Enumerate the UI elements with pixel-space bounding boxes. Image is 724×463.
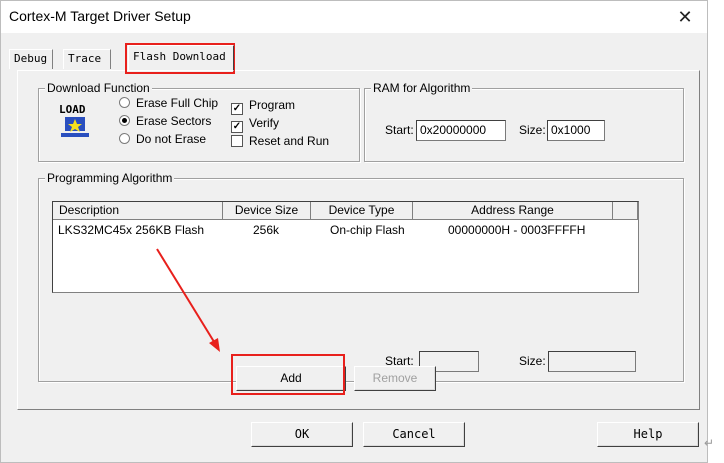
row-device-size: 256k [253,223,280,237]
column-filler [613,202,638,220]
download-function-legend: Download Function [45,81,152,95]
tab-debug[interactable]: Debug [9,49,53,69]
radio-erase-sectors-label: Erase Sectors [136,114,212,128]
radio-erase-sectors[interactable]: Erase Sectors [119,114,211,128]
ok-button[interactable]: OK [251,422,353,447]
row-description: LKS32MC45x 256KB Flash [58,223,205,237]
load-icon: LOAD [59,103,89,137]
algorithm-table-header: Description Device Size Device Type Addr… [53,202,638,220]
programming-algorithm-group: Programming Algorithm Description Device… [38,171,684,382]
check-reset-and-run-label: Reset and Run [249,134,330,148]
check-program-label: Program [249,98,296,112]
ram-size-input[interactable]: 0x1000 [547,120,605,141]
tab-flash-download[interactable]: Flash Download [128,45,234,71]
ram-for-algorithm-group: RAM for Algorithm Start: 0x20000000 Size… [364,81,684,162]
column-device-type[interactable]: Device Type [311,202,413,220]
radio-erase-sectors-control[interactable] [119,115,130,126]
algorithm-table: Description Device Size Device Type Addr… [52,201,639,293]
radio-erase-full-chip[interactable]: Erase Full Chip [119,96,218,110]
check-reset-and-run[interactable]: Reset and Run [231,134,329,148]
remove-button[interactable]: Remove [354,366,436,391]
column-device-size[interactable]: Device Size [223,202,311,220]
check-verify-label: Verify [249,116,280,130]
check-verify-box[interactable]: ✓ [231,121,243,133]
ram-size-label: Size: [519,123,546,137]
tab-trace[interactable]: Trace [63,49,111,69]
check-program[interactable]: ✓ Program [231,98,295,115]
algo-size-label: Size: [519,354,546,368]
radio-do-not-erase-control[interactable] [119,133,130,144]
row-address-range: 00000000H - 0003FFFFH [448,223,586,237]
dialog-window: Cortex-M Target Driver Setup ✕ Debug Tra… [0,0,708,463]
algo-size-input[interactable] [548,351,636,372]
ram-for-algorithm-legend: RAM for Algorithm [371,81,473,95]
load-icon-text: LOAD [59,103,86,116]
cancel-button[interactable]: Cancel [363,422,465,447]
ram-start-label: Start: [385,123,414,137]
radio-erase-full-chip-label: Erase Full Chip [136,96,219,110]
title-bar: Cortex-M Target Driver Setup ✕ [1,1,707,33]
download-function-group: Download Function LOAD Erase Full Chip E… [38,81,360,162]
radio-do-not-erase-label: Do not Erase [136,132,207,146]
window-title: Cortex-M Target Driver Setup [9,8,191,24]
radio-erase-full-chip-control[interactable] [119,97,130,108]
close-icon[interactable]: ✕ [671,4,699,30]
row-device-type: On-chip Flash [330,223,405,237]
column-address-range[interactable]: Address Range [413,202,613,220]
help-button[interactable]: Help [597,422,699,447]
programming-algorithm-legend: Programming Algorithm [45,171,175,185]
column-description[interactable]: Description [53,202,223,220]
check-reset-and-run-box[interactable] [231,135,243,147]
tab-bar: Debug Trace Flash Download [1,43,707,71]
check-verify[interactable]: ✓ Verify [231,116,279,133]
radio-do-not-erase[interactable]: Do not Erase [119,132,206,146]
flash-download-panel: Download Function LOAD Erase Full Chip E… [17,70,700,410]
ram-start-input[interactable]: 0x20000000 [416,120,506,141]
add-button[interactable]: Add [236,366,346,391]
check-program-box[interactable]: ✓ [231,103,243,115]
return-glyph: ↵ [704,436,715,450]
